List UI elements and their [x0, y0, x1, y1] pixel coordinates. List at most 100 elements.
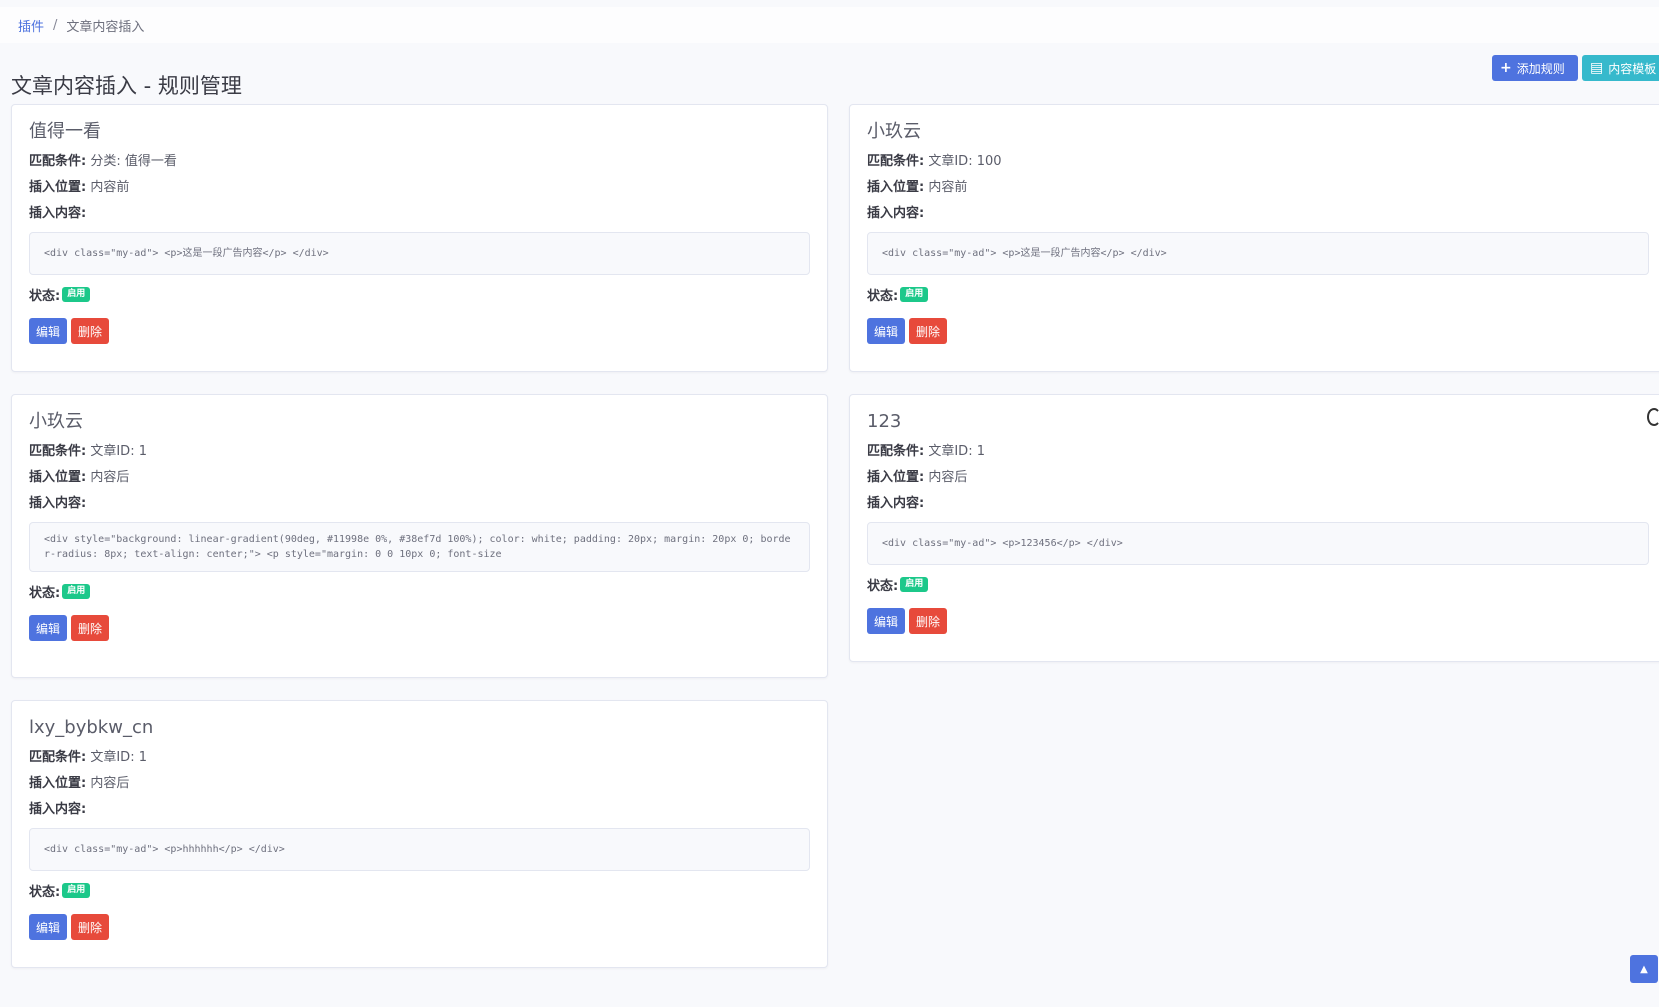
content-label: 插入内容: — [29, 802, 87, 817]
content-label: 插入内容: — [29, 496, 87, 511]
rule-status: 状态: 启用 — [29, 582, 810, 601]
delete-button[interactable]: 删除 — [909, 608, 947, 634]
position-label: 插入位置: — [29, 180, 87, 195]
add-rule-button[interactable]: + 添加规则 — [1492, 55, 1578, 81]
rule-content-label-row: 插入内容: — [29, 496, 810, 512]
edit-button[interactable]: 编辑 — [29, 318, 67, 344]
content-label: 插入内容: — [867, 496, 925, 511]
match-value: 文章ID: 100 — [928, 154, 1002, 169]
match-value: 文章ID: 1 — [90, 750, 147, 765]
rule-position: 插入位置: 内容后 — [29, 470, 810, 486]
position-label: 插入位置: — [29, 470, 87, 485]
match-label: 匹配条件: — [29, 444, 87, 459]
status-label: 状态: — [29, 586, 61, 601]
delete-button[interactable]: 删除 — [71, 318, 109, 344]
rule-card: lxy_bybkw_cn 匹配条件: 文章ID: 1 插入位置: 内容后 插入内… — [11, 700, 828, 968]
rule-status: 状态: 启用 — [29, 881, 810, 900]
status-label: 状态: — [29, 885, 61, 900]
status-label: 状态: — [867, 289, 899, 304]
match-value: 文章ID: 1 — [90, 444, 147, 459]
chevron-up-icon: ▲ — [1640, 963, 1648, 975]
rule-match: 匹配条件: 文章ID: 100 — [867, 154, 1651, 170]
rule-position: 插入位置: 内容后 — [29, 776, 810, 792]
add-rule-label: 添加规则 — [1516, 61, 1565, 76]
rule-content-code: <div class="my-ad"> <p>123456</p> </div> — [867, 522, 1649, 565]
position-label: 插入位置: — [867, 470, 925, 485]
clipboard-icon: ▤ — [1590, 60, 1604, 76]
match-label: 匹配条件: — [867, 444, 925, 459]
rule-match: 匹配条件: 文章ID: 1 — [29, 444, 810, 460]
rule-content-code: <div class="my-ad"> <p>hhhhhh</p> </div> — [29, 828, 810, 871]
rule-status: 状态: 启用 — [867, 285, 1651, 304]
position-value: 内容前 — [928, 180, 968, 195]
rule-status: 状态: 启用 — [867, 575, 1651, 594]
edit-button[interactable]: 编辑 — [867, 608, 905, 634]
match-label: 匹配条件: — [29, 750, 87, 765]
rule-title: 小玖云 — [867, 121, 921, 142]
rule-card: 小玖云 匹配条件: 文章ID: 100 插入位置: 内容前 插入内容: <div… — [849, 104, 1659, 372]
content-label: 插入内容: — [867, 206, 925, 221]
rule-content-label-row: 插入内容: — [867, 496, 1651, 512]
breadcrumb-current: 文章内容插入 — [66, 19, 145, 35]
delete-button[interactable]: 删除 — [71, 914, 109, 940]
status-label: 状态: — [29, 289, 61, 304]
status-badge: 启用 — [900, 287, 929, 302]
rule-card: 123 匹配条件: 文章ID: 1 插入位置: 内容后 插入内容: <div c… — [849, 394, 1659, 662]
content-label: 插入内容: — [29, 206, 87, 221]
edit-button[interactable]: 编辑 — [867, 318, 905, 344]
breadcrumb-plugins-link[interactable]: 插件 — [18, 16, 44, 35]
content-template-label: 内容模板 — [1608, 61, 1657, 76]
rule-title: 小玖云 — [29, 411, 83, 432]
match-label: 匹配条件: — [29, 154, 87, 169]
status-badge: 启用 — [62, 883, 91, 898]
status-label: 状态: — [867, 579, 899, 594]
rule-card: 小玖云 匹配条件: 文章ID: 1 插入位置: 内容后 插入内容: <div s… — [11, 394, 828, 678]
refresh-icon[interactable] — [1647, 408, 1659, 426]
rule-position: 插入位置: 内容前 — [29, 180, 810, 196]
match-value: 分类: 值得一看 — [90, 154, 177, 169]
edit-button[interactable]: 编辑 — [29, 914, 67, 940]
rule-match: 匹配条件: 文章ID: 1 — [867, 444, 1651, 460]
rule-actions: 编辑 删除 — [867, 318, 1651, 344]
rule-position: 插入位置: 内容后 — [867, 470, 1651, 486]
delete-button[interactable]: 删除 — [909, 318, 947, 344]
position-value: 内容前 — [90, 180, 130, 195]
rule-match: 匹配条件: 文章ID: 1 — [29, 750, 810, 766]
position-value: 内容后 — [90, 470, 130, 485]
delete-button[interactable]: 删除 — [71, 615, 109, 641]
rule-match: 匹配条件: 分类: 值得一看 — [29, 154, 810, 170]
status-badge: 启用 — [900, 577, 929, 592]
breadcrumb: 插件 / 文章内容插入 — [0, 7, 1659, 43]
toolbar: + 添加规则 ▤ 内容模板 — [1492, 55, 1659, 81]
rule-content-code: <div class="my-ad"> <p>这是一段广告内容</p> </di… — [867, 232, 1649, 275]
page-title: 文章内容插入 - 规则管理 — [11, 74, 242, 99]
rule-content-label-row: 插入内容: — [29, 802, 810, 818]
scroll-to-top-button[interactable]: ▲ — [1630, 955, 1658, 983]
breadcrumb-separator: / — [53, 17, 58, 33]
position-value: 内容后 — [90, 776, 130, 791]
edit-button[interactable]: 编辑 — [29, 615, 67, 641]
rule-card: 值得一看 匹配条件: 分类: 值得一看 插入位置: 内容前 插入内容: <div… — [11, 104, 828, 372]
rule-content-code: <div class="my-ad"> <p>这是一段广告内容</p> </di… — [29, 232, 810, 275]
rule-title: 值得一看 — [29, 121, 101, 142]
match-label: 匹配条件: — [867, 154, 925, 169]
plus-icon: + — [1500, 60, 1512, 76]
match-value: 文章ID: 1 — [928, 444, 985, 459]
rule-status: 状态: 启用 — [29, 285, 810, 304]
position-value: 内容后 — [928, 470, 968, 485]
rule-content-label-row: 插入内容: — [29, 206, 810, 222]
rule-actions: 编辑 删除 — [29, 914, 810, 940]
rule-actions: 编辑 删除 — [29, 318, 810, 344]
content-template-button[interactable]: ▤ 内容模板 — [1582, 55, 1659, 81]
position-label: 插入位置: — [29, 776, 87, 791]
status-badge: 启用 — [62, 584, 91, 599]
rule-title: 123 — [867, 411, 902, 432]
rule-title: lxy_bybkw_cn — [29, 717, 154, 738]
rule-content-label-row: 插入内容: — [867, 206, 1651, 222]
rule-position: 插入位置: 内容前 — [867, 180, 1651, 196]
rule-actions: 编辑 删除 — [867, 608, 1651, 634]
rule-actions: 编辑 删除 — [29, 615, 810, 641]
position-label: 插入位置: — [867, 180, 925, 195]
rule-content-code: <div style="background: linear-gradient(… — [29, 522, 810, 572]
status-badge: 启用 — [62, 287, 91, 302]
